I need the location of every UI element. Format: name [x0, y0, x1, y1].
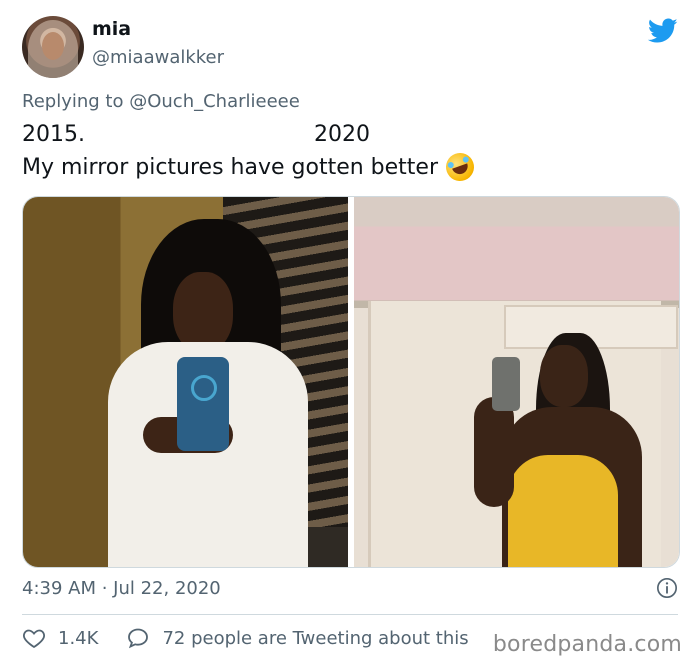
rolling-laughing-emoji-icon [442, 149, 478, 185]
tweet-text: My mirror pictures have gotten better [22, 154, 439, 180]
tweet-year-left: 2015. [22, 122, 85, 147]
avatar-face [42, 32, 64, 60]
reply-context: Replying to @Ouch_Charlieeee [22, 91, 300, 112]
tweet-media [22, 196, 680, 568]
photo-phone [177, 357, 229, 451]
reply-prefix: Replying to [22, 91, 124, 112]
photo-person-arm [474, 397, 514, 507]
user-name[interactable]: mia [92, 18, 131, 40]
photo-2020[interactable] [354, 197, 679, 567]
reply-mention-link[interactable]: @Ouch_Charlieeee [129, 91, 300, 112]
twitter-bird-icon[interactable] [648, 18, 678, 44]
divider [22, 614, 678, 615]
photo-person-dress [508, 455, 618, 567]
heart-icon[interactable] [22, 626, 46, 650]
discussion-link[interactable]: 72 people are Tweeting about this [162, 628, 468, 649]
info-icon[interactable] [656, 577, 678, 599]
like-count[interactable]: 1.4K [58, 628, 98, 649]
user-handle[interactable]: @miaawalkker [92, 47, 224, 68]
photo-phone [492, 357, 520, 411]
photo-2015[interactable] [23, 197, 348, 567]
tweet-text-line: My mirror pictures have gotten better [22, 149, 478, 185]
tweet-timestamp[interactable]: 4:39 AM · Jul 22, 2020 [22, 578, 221, 599]
watermark: boredpanda.com [492, 632, 682, 657]
photo-person-face [173, 272, 233, 352]
tweet-year-right: 2020 [314, 122, 370, 147]
comment-bubble-icon[interactable] [126, 626, 150, 650]
photo-person-face [540, 345, 588, 407]
engagement-bar: 1.4K 72 people are Tweeting about this [22, 626, 469, 650]
avatar[interactable] [22, 16, 84, 78]
